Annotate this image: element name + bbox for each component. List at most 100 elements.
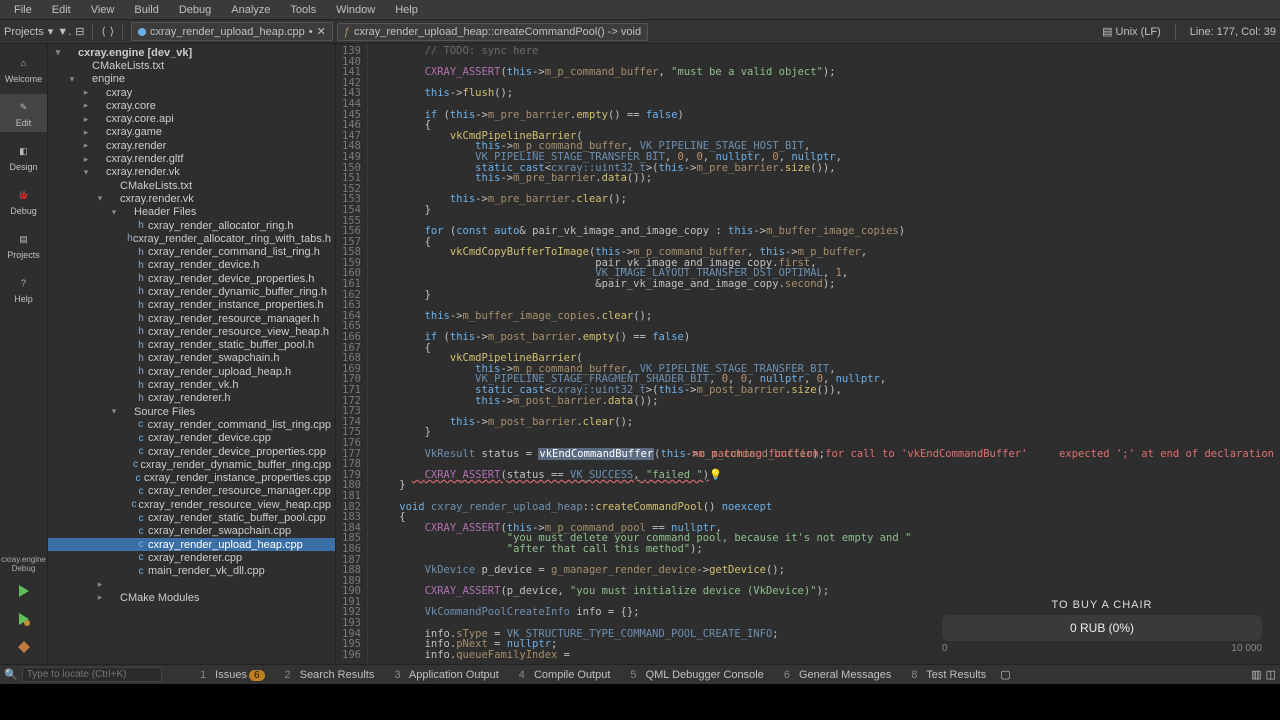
- code-line[interactable]: if (this->m_pre_barrier.empty() == false…: [374, 110, 1280, 121]
- menu-debug[interactable]: Debug: [169, 2, 221, 18]
- code-line[interactable]: }: [374, 290, 1280, 301]
- tree-node[interactable]: ▾ cxray.engine [dev_vk]: [48, 46, 335, 59]
- project-dropdown[interactable]: Projects: [4, 26, 44, 38]
- output-pane-tab[interactable]: 2 Search Results: [273, 667, 381, 683]
- code-line[interactable]: this->m_pre_barrier.clear();: [374, 194, 1280, 205]
- mode-help[interactable]: ?Help: [0, 270, 47, 308]
- tree-node[interactable]: CMakeLists.txt: [48, 179, 335, 192]
- tree-node[interactable]: ▸ cxray.render: [48, 139, 335, 152]
- code-line[interactable]: void cxray_render_upload_heap::createCom…: [374, 502, 1280, 513]
- code-line[interactable]: }: [374, 427, 1280, 438]
- code-line[interactable]: }: [374, 205, 1280, 216]
- tree-node[interactable]: ccxray_render_resource_manager.cpp: [48, 485, 335, 498]
- split-toggle-icon[interactable]: ◫: [1266, 668, 1276, 681]
- code-line[interactable]: VkResult status = vkEndCommandBuffer(thi…: [374, 449, 1280, 460]
- tree-node[interactable]: ▾ engine: [48, 73, 335, 86]
- code-area[interactable]: // TODO: sync here CXRAY_ASSERT(this->m_…: [368, 44, 1280, 664]
- close-tab-icon[interactable]: ✕: [317, 25, 326, 38]
- run-button[interactable]: [13, 580, 35, 602]
- output-pane-tab[interactable]: 6 General Messages: [772, 667, 898, 683]
- mode-debug[interactable]: 🐞Debug: [0, 182, 47, 220]
- output-pane-tab[interactable]: 1 Issues6: [188, 667, 271, 683]
- tree-node[interactable]: cmain_render_vk_dll.cpp: [48, 565, 335, 578]
- code-line[interactable]: for (const auto& pair_vk_image_and_image…: [374, 226, 1280, 237]
- tree-node[interactable]: ccxray_renderer.cpp: [48, 551, 335, 564]
- breadcrumb[interactable]: ƒ cxray_render_upload_heap::createComman…: [337, 23, 648, 41]
- tree-node[interactable]: ccxray_render_command_list_ring.cpp: [48, 418, 335, 431]
- code-line[interactable]: this->m_post_barrier.clear();: [374, 417, 1280, 428]
- tree-node[interactable]: ▸ cxray.core: [48, 99, 335, 112]
- code-line[interactable]: CXRAY_ASSERT(status == VK_SUCCESS, "fail…: [374, 470, 1280, 481]
- tree-node[interactable]: ccxray_render_resource_view_heap.cpp: [48, 498, 335, 511]
- project-tree[interactable]: ▾ cxray.engine [dev_vk] CMakeLists.txt▾ …: [48, 44, 335, 664]
- tree-node[interactable]: ▸ cxray: [48, 86, 335, 99]
- code-line[interactable]: this->m_buffer_image_copies.clear();: [374, 311, 1280, 322]
- output-pane-tab[interactable]: 4 Compile Output: [507, 667, 617, 683]
- code-line[interactable]: }: [374, 480, 1280, 491]
- tree-node[interactable]: ▸: [48, 578, 335, 591]
- tree-node[interactable]: ▸ cxray.game: [48, 126, 335, 139]
- tree-node[interactable]: hcxray_render_resource_manager.h: [48, 312, 335, 325]
- code-line[interactable]: if (this->m_post_barrier.empty() == fals…: [374, 332, 1280, 343]
- code-line[interactable]: &pair_vk_image_and_image_copy.second);: [374, 279, 1280, 290]
- code-line[interactable]: "after that call this method");: [374, 544, 1280, 555]
- tree-node[interactable]: hcxray_render_upload_heap.h: [48, 365, 335, 378]
- tree-node[interactable]: hcxray_renderer.h: [48, 392, 335, 405]
- code-line[interactable]: VkDevice p_device = g_manager_render_dev…: [374, 565, 1280, 576]
- tree-node[interactable]: hcxray_render_device.h: [48, 259, 335, 272]
- tree-node[interactable]: hcxray_render_allocator_ring_with_tabs.h: [48, 232, 335, 245]
- menu-tools[interactable]: Tools: [280, 2, 326, 18]
- tree-node[interactable]: hcxray_render_vk.h: [48, 378, 335, 391]
- tree-node[interactable]: ccxray_render_device_properties.cpp: [48, 445, 335, 458]
- mode-projects[interactable]: ▤Projects: [0, 226, 47, 264]
- tree-node[interactable]: hcxray_render_device_properties.h: [48, 272, 335, 285]
- menu-build[interactable]: Build: [124, 2, 168, 18]
- menu-view[interactable]: View: [81, 2, 125, 18]
- code-editor[interactable]: 1391401411421431441451461471481491501511…: [336, 44, 1280, 664]
- code-line[interactable]: this->m_post_barrier.data());: [374, 396, 1280, 407]
- menu-analyze[interactable]: Analyze: [221, 2, 280, 18]
- code-line[interactable]: static_cast<cxray::uint32_t>(this->m_pos…: [374, 385, 1280, 396]
- tree-node[interactable]: hcxray_render_resource_view_heap.h: [48, 325, 335, 338]
- code-line[interactable]: [374, 438, 1280, 449]
- forward-icon[interactable]: ⟩: [110, 25, 114, 38]
- code-line[interactable]: CXRAY_ASSERT(this->m_p_command_buffer, "…: [374, 67, 1280, 78]
- tree-node[interactable]: hcxray_render_static_buffer_pool.h: [48, 339, 335, 352]
- tree-node[interactable]: ccxray_render_swapchain.cpp: [48, 525, 335, 538]
- tree-node[interactable]: hcxray_render_dynamic_buffer_ring.h: [48, 285, 335, 298]
- tree-node[interactable]: hcxray_render_allocator_ring.h: [48, 219, 335, 232]
- tree-node[interactable]: ▾ Header Files: [48, 206, 335, 219]
- output-pane-tab[interactable]: 8 Test Results: [899, 667, 992, 683]
- code-line[interactable]: // TODO: sync here: [374, 46, 1280, 57]
- tree-node[interactable]: ▸ CMake Modules: [48, 591, 335, 604]
- mode-welcome[interactable]: ⌂Welcome: [0, 50, 47, 88]
- menu-file[interactable]: File: [4, 2, 42, 18]
- sidebar-toggle-icon[interactable]: ▥: [1251, 668, 1261, 681]
- tree-node[interactable]: ▾ cxray.render.vk: [48, 166, 335, 179]
- build-button[interactable]: [13, 636, 35, 658]
- tree-node[interactable]: ▸ cxray.core.api: [48, 112, 335, 125]
- collapse-icon[interactable]: ⊟: [75, 25, 84, 38]
- tree-node[interactable]: ccxray_render_device.cpp: [48, 432, 335, 445]
- tree-node[interactable]: hcxray_render_instance_properties.h: [48, 299, 335, 312]
- code-line[interactable]: this->flush();: [374, 88, 1280, 99]
- back-icon[interactable]: ⟨: [101, 25, 105, 38]
- tree-node[interactable]: ccxray_render_dynamic_buffer_ring.cpp: [48, 458, 335, 471]
- kit-label[interactable]: cxray.engineDebug: [1, 556, 46, 574]
- tree-node[interactable]: ▸ cxray.render.gltf: [48, 152, 335, 165]
- tree-node[interactable]: hcxray_render_swapchain.h: [48, 352, 335, 365]
- menu-window[interactable]: Window: [326, 2, 385, 18]
- line-ending-selector[interactable]: ▤ Unix (LF): [1102, 25, 1161, 38]
- locator-input[interactable]: [22, 667, 162, 682]
- close-panes-icon[interactable]: ▢: [1000, 668, 1010, 681]
- filter-icon[interactable]: ▼.: [57, 26, 71, 38]
- output-pane-tab[interactable]: 5 QML Debugger Console: [618, 667, 769, 683]
- tree-node[interactable]: ▾ cxray.render.vk: [48, 192, 335, 205]
- code-line[interactable]: this->m_pre_barrier.data());: [374, 173, 1280, 184]
- mode-edit[interactable]: ✎Edit: [0, 94, 47, 132]
- code-line[interactable]: CXRAY_ASSERT(p_device, "you must initial…: [374, 586, 1280, 597]
- tree-node[interactable]: ccxray_render_instance_properties.cpp: [48, 472, 335, 485]
- menu-help[interactable]: Help: [385, 2, 428, 18]
- tree-node[interactable]: ▾ Source Files: [48, 405, 335, 418]
- tree-node[interactable]: hcxray_render_command_list_ring.h: [48, 245, 335, 258]
